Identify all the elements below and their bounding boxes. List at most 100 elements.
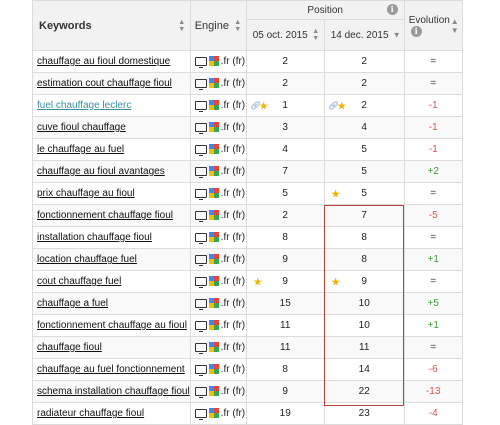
- position-cell-1: ★ 9: [245, 270, 325, 293]
- keyword-link[interactable]: location chauffage fuel: [37, 254, 137, 265]
- evolution-column-header[interactable]: Evolution i ▲ ▼: [403, 0, 463, 51]
- engine-cell: .fr (fr): [189, 292, 247, 315]
- engine-cell: .fr (fr): [189, 336, 247, 359]
- position-cell-2: 14: [323, 358, 405, 381]
- engine-cell: .fr (fr): [189, 160, 247, 183]
- date-column-header-1[interactable]: 05 oct. 2015 ▲ ▼: [245, 19, 325, 51]
- position-value: 2: [361, 56, 367, 67]
- keyword-link[interactable]: chauffage au fuel fonctionnement: [37, 364, 185, 375]
- table-row: chauffage au fioul avantages .fr (fr) 7 5 +2: [32, 160, 463, 183]
- keyword-link[interactable]: chauffage fioul: [37, 342, 102, 353]
- star-icon: ★: [330, 276, 341, 288]
- sort-arrows-icon[interactable]: ▲ ▼: [178, 19, 186, 33]
- keyword-link[interactable]: chauffage a fuel: [37, 298, 108, 309]
- engine-cell: .fr (fr): [189, 226, 247, 249]
- desktop-monitor-icon: [194, 254, 207, 266]
- keyword-link[interactable]: fonctionnement chauffage au fioul: [37, 320, 187, 331]
- keyword-link[interactable]: installation chauffage fioul: [37, 232, 152, 243]
- engine-label: .fr (fr): [220, 99, 246, 111]
- position-cell-1: 9: [245, 248, 325, 271]
- keywords-header-label: Keywords: [39, 19, 92, 32]
- chevron-down-icon[interactable]: ▼: [393, 31, 401, 40]
- google-logo-icon: [208, 166, 219, 177]
- position-value: 7: [361, 210, 367, 221]
- keywords-column-header[interactable]: Keywords ▲ ▼: [32, 0, 191, 51]
- google-logo-icon: [208, 122, 219, 133]
- keyword-link[interactable]: fuel chauffage leclerc: [37, 100, 131, 111]
- engine-label: .fr (fr): [220, 77, 246, 89]
- star-icon: ★: [252, 276, 263, 288]
- engine-label: .fr (fr): [220, 341, 246, 353]
- keyword-cell: fuel chauffage leclerc: [32, 94, 191, 117]
- info-icon[interactable]: i: [410, 25, 422, 37]
- position-cell-2: 8: [323, 226, 405, 249]
- keyword-link[interactable]: chauffage au fioul avantages: [37, 166, 165, 177]
- position-cell-2: ★ 9: [323, 270, 405, 293]
- position-value: 10: [358, 320, 370, 331]
- google-logo-icon: [208, 188, 219, 199]
- position-cell-1: 2: [245, 204, 325, 227]
- keyword-cell: installation chauffage fioul: [32, 226, 191, 249]
- engine-label: .fr (fr): [220, 121, 246, 133]
- position-cell-2: 2: [323, 50, 405, 73]
- keyword-link[interactable]: estimation cout chauffage fioul: [37, 78, 172, 89]
- evolution-value: +5: [427, 298, 439, 309]
- table-row: fonctionnement chauffage fioul .fr (fr) 2 7…: [32, 204, 463, 227]
- position-cell-1: 8: [245, 358, 325, 381]
- engine-label: .fr (fr): [220, 407, 246, 419]
- position-value: 5: [361, 166, 367, 177]
- engine-label: .fr (fr): [220, 209, 246, 221]
- position-value: 2: [282, 78, 288, 89]
- table-row: cuve fioul chauffage .fr (fr) 3 4 -1: [32, 116, 463, 139]
- position-cell-2: 🔗︎ ★ 2: [323, 94, 405, 117]
- google-logo-icon: [208, 342, 219, 353]
- evolution-cell: =: [403, 270, 463, 293]
- position-value: 5: [361, 144, 367, 155]
- sort-arrows-icon[interactable]: ▲ ▼: [451, 17, 459, 35]
- google-logo-icon: [208, 276, 219, 287]
- engine-column-header[interactable]: Engine ▲ ▼: [189, 0, 247, 51]
- table-row: installation chauffage fioul .fr (fr) 8 8 =: [32, 226, 463, 249]
- keyword-link[interactable]: fonctionnement chauffage fioul: [37, 210, 173, 221]
- evolution-value: +1: [427, 320, 439, 331]
- position-value: 19: [279, 408, 291, 419]
- table-row: fonctionnement chauffage au fioul .fr (fr…: [32, 314, 463, 337]
- position-cell-2: 10: [323, 314, 405, 337]
- sort-arrows-icon[interactable]: ▲ ▼: [312, 28, 320, 42]
- evolution-value: =: [430, 276, 437, 287]
- keyword-link[interactable]: cout chauffage fuel: [37, 276, 121, 287]
- position-value: 3: [282, 122, 288, 133]
- engine-cell: .fr (fr): [189, 204, 247, 227]
- position-cell-1: 8: [245, 226, 325, 249]
- position-cell-2: 8: [323, 248, 405, 271]
- engine-cell: .fr (fr): [189, 270, 247, 293]
- keyword-link[interactable]: chauffage au fioul domestique: [37, 56, 170, 67]
- position-value: 2: [361, 78, 367, 89]
- engine-label: .fr (fr): [220, 319, 246, 331]
- position-group-header: Position i: [245, 0, 405, 20]
- keyword-link[interactable]: schema installation chauffage fioul: [37, 386, 189, 397]
- keyword-cell: fonctionnement chauffage au fioul: [32, 314, 191, 337]
- keyword-link[interactable]: le chauffage au fuel: [37, 144, 124, 155]
- sort-arrows-icon[interactable]: ▲ ▼: [234, 19, 242, 33]
- google-logo-icon: [208, 210, 219, 221]
- star-icon: ★: [258, 100, 269, 112]
- evolution-cell: +1: [403, 314, 463, 337]
- desktop-monitor-icon: [194, 166, 207, 178]
- info-icon[interactable]: i: [386, 4, 398, 15]
- keyword-link[interactable]: cuve fioul chauffage: [37, 122, 126, 133]
- table-row: chauffage au fuel fonctionnement .fr (fr)…: [32, 358, 463, 381]
- position-cell-1: 4: [245, 138, 325, 161]
- engine-label: .fr (fr): [220, 55, 246, 67]
- desktop-monitor-icon: [194, 276, 207, 288]
- evolution-value: -4: [428, 408, 438, 419]
- date-column-header-2[interactable]: 14 dec. 2015 ▼: [323, 19, 405, 51]
- table-row: le chauffage au fuel .fr (fr) 4 5 -1: [32, 138, 463, 161]
- evolution-cell: =: [403, 226, 463, 249]
- keyword-link[interactable]: radiateur chauffage fioul: [37, 408, 144, 419]
- evolution-value: =: [430, 56, 437, 67]
- engine-label: .fr (fr): [220, 275, 246, 287]
- keyword-link[interactable]: prix chauffage au fioul: [37, 188, 135, 199]
- position-cell-2: 5: [323, 138, 405, 161]
- position-value: 14: [358, 364, 370, 375]
